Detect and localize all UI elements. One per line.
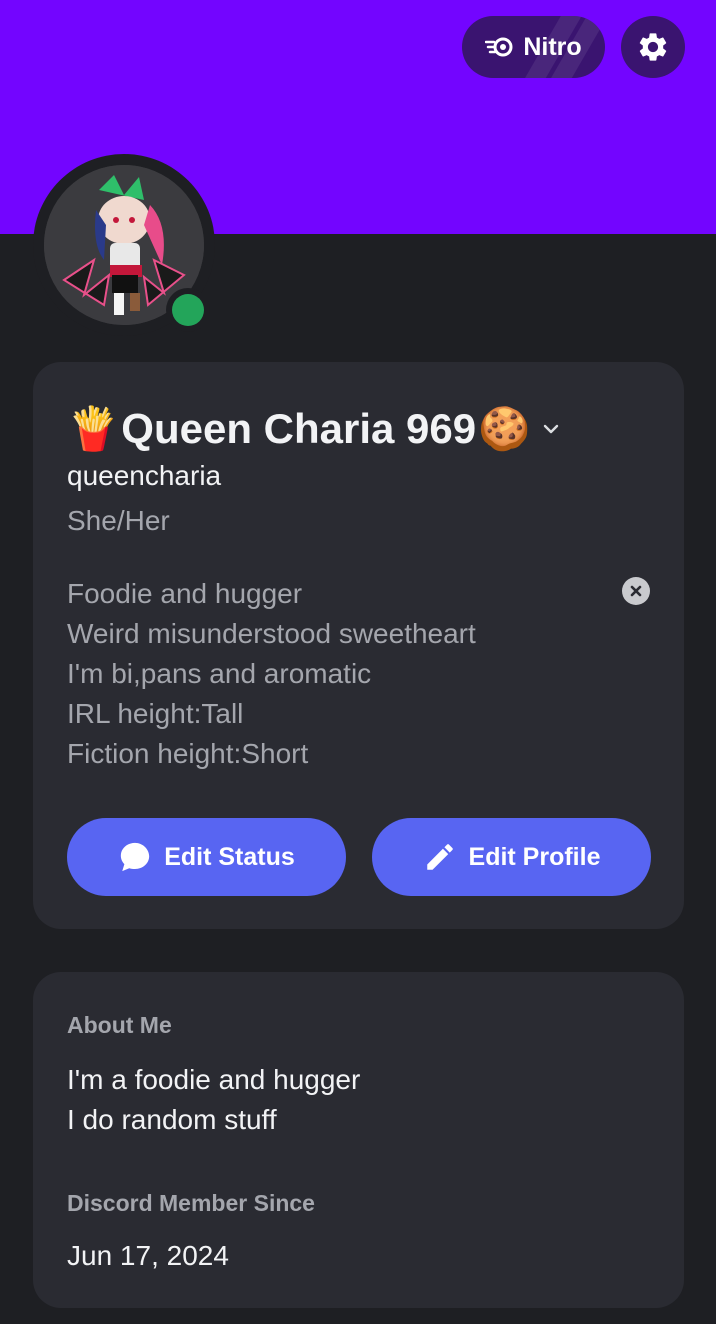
cookie-emoji: 🍪	[478, 404, 531, 453]
online-dot	[172, 294, 204, 326]
display-name: Queen Charia 969	[121, 405, 477, 452]
chat-bubble-icon	[121, 842, 150, 872]
custom-status-bio: Foodie and hugger Weird misunderstood sw…	[67, 574, 627, 774]
bio-line: Foodie and hugger	[67, 578, 303, 609]
chevron-down-icon[interactable]	[540, 418, 562, 440]
online-status-indicator	[166, 288, 210, 332]
clear-status-button[interactable]	[622, 577, 650, 605]
close-icon	[630, 585, 642, 597]
nitro-button[interactable]: Nitro	[462, 16, 605, 78]
username: queencharia	[67, 460, 222, 491]
nitro-label: Nitro	[523, 32, 582, 61]
about-me-text: I'm a foodie and hugger I do random stuf…	[67, 1060, 360, 1140]
bio-line: Weird misunderstood sweetheart	[67, 618, 476, 649]
display-name-row[interactable]: 🍟 Queen Charia 969 🍪	[67, 400, 562, 458]
fries-emoji: 🍟	[67, 404, 120, 453]
edit-status-button[interactable]: Edit Status	[67, 818, 346, 896]
pronouns: She/Her	[67, 505, 170, 536]
pencil-icon	[426, 844, 453, 870]
member-since-date: Jun 17, 2024	[67, 1240, 229, 1271]
settings-button[interactable]	[621, 16, 685, 78]
about-card: About Me I'm a foodie and hugger I do ra…	[33, 972, 684, 1308]
edit-profile-label: Edit Profile	[468, 842, 601, 871]
about-line: I'm a foodie and hugger	[67, 1064, 361, 1095]
edit-status-label: Edit Status	[164, 842, 295, 871]
edit-profile-button[interactable]: Edit Profile	[372, 818, 651, 896]
gear-icon	[639, 33, 667, 61]
nitro-icon	[485, 37, 513, 57]
bio-line: IRL height:Tall	[67, 698, 244, 729]
bio-line: Fiction height:Short	[67, 738, 309, 769]
profile-card: 🍟 Queen Charia 969 🍪 queencharia She/Her…	[33, 362, 684, 929]
member-since-heading: Discord Member Since	[67, 1190, 315, 1216]
about-line: I do random stuff	[67, 1104, 277, 1135]
bio-line: I'm bi,pans and aromatic	[67, 658, 372, 689]
about-me-heading: About Me	[67, 1012, 172, 1038]
